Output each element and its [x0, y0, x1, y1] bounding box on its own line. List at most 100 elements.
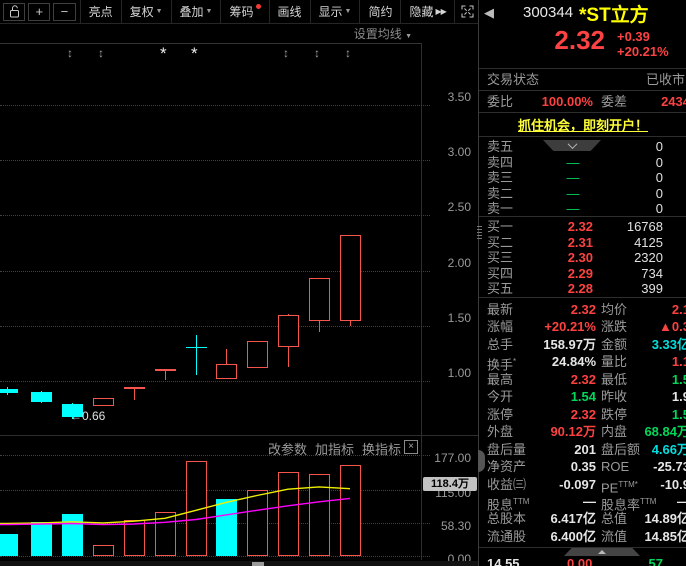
stat-value: 0.35: [570, 459, 596, 475]
low-price-annotation: ←0.66: [70, 409, 106, 423]
price-axis-label: 1.00: [447, 366, 471, 380]
stat-value: —: [583, 493, 596, 509]
bid-row-1[interactable]: 买一 2.32 16768: [479, 219, 686, 235]
stat-value: 1.54: [570, 389, 596, 405]
toolbar-highlights-button[interactable]: 亮点: [79, 0, 122, 23]
price-change: +0.39: [617, 29, 650, 44]
divider: [479, 297, 686, 298]
panel-resize-grip[interactable]: [477, 226, 482, 240]
bid-qty: 16768: [626, 219, 663, 234]
zoom-out-button[interactable]: −: [53, 2, 76, 21]
scrollbar-track[interactable]: [0, 561, 478, 566]
bid-qty: 399: [641, 281, 663, 297]
chevron-down-icon: ▼: [205, 8, 213, 15]
stat-value: -25.73: [653, 459, 686, 475]
tick-time: 14.55: [487, 556, 520, 566]
weicha-value: 2434: [661, 94, 686, 109]
ask-label: 卖三: [487, 170, 514, 186]
close-icon[interactable]: ×: [404, 440, 418, 454]
stats-row: 外盘 90.12万 内盘 68.84万: [479, 423, 686, 440]
toolbar-adjust-button[interactable]: 复权 ▼: [122, 0, 172, 23]
double-arrow-right-icon: ▶▶: [435, 7, 447, 16]
stats-row: 总股本 6.417亿 总值 14.89亿: [479, 510, 686, 527]
stat-value: 6.417亿: [550, 511, 596, 527]
stats-row: 股息TTM—股息率TTM—: [479, 493, 686, 512]
stat-value: 1.1: [671, 354, 686, 370]
stat-value: 158.97万: [543, 336, 596, 352]
ma-settings-button[interactable]: 设置均线 ▼: [0, 25, 412, 42]
bid-label: 买二: [487, 234, 514, 250]
stats-row: 涨停 2.32 跌停 1.5: [479, 406, 686, 423]
ask-row-5[interactable]: 卖五 0: [479, 139, 686, 155]
toolbar-simple-button[interactable]: 简约: [360, 0, 402, 23]
volume-bar: [93, 545, 114, 556]
trade-tick-row: 14.55 0.00 57: [479, 556, 686, 566]
ask-label: 卖四: [487, 154, 514, 170]
price-axis-label: 2.50: [447, 200, 471, 215]
volume-bar: [0, 533, 18, 556]
panel-collapse-handle[interactable]: [478, 450, 485, 472]
bid-row-4[interactable]: 买四 2.29 734: [479, 266, 686, 282]
stat-value: 1.9: [671, 389, 686, 405]
ask-row-1[interactable]: 卖一 — 0: [479, 201, 686, 217]
ask-row-2[interactable]: 卖二 — 0: [479, 186, 686, 202]
stat-value: +20.21%: [544, 319, 596, 335]
price-gridline: [0, 160, 430, 161]
stat-label: 总值: [601, 511, 628, 527]
price-gridline: [0, 381, 430, 382]
candle-wick: [196, 334, 197, 376]
stat-label: 涨幅: [487, 319, 514, 335]
volume-axis-label: 58.30: [440, 518, 471, 533]
fullscreen-icon[interactable]: [458, 4, 478, 20]
ask-label: 卖五: [487, 139, 514, 154]
toolbar-display-button[interactable]: 显示 ▼: [311, 0, 361, 23]
ask-label: 卖二: [487, 185, 514, 201]
ma-lines: [0, 486, 351, 526]
bid-row-5[interactable]: 买五 2.28 399: [479, 281, 686, 297]
candlestick: [31, 392, 52, 402]
ask-qty: 0: [655, 170, 663, 186]
bid-row-3[interactable]: 买三 2.30 2320: [479, 250, 686, 266]
back-arrow-icon[interactable]: ◀: [484, 5, 494, 21]
ask-row-4[interactable]: 卖四 — 0: [479, 155, 686, 171]
open-account-link[interactable]: 抓住机会，即刻开户！: [479, 115, 686, 134]
bid-label: 买三: [487, 250, 514, 266]
stat-value: -0.097: [559, 476, 596, 492]
last-price: 2.32: [554, 25, 605, 55]
divider: [479, 112, 686, 113]
candlestick: [186, 346, 207, 349]
stat-value: 24.84%: [551, 354, 596, 370]
candlestick: [340, 235, 361, 322]
toolbar-overlay-button[interactable]: 叠加 ▼: [172, 0, 222, 23]
ask-row-3[interactable]: 卖三 — 0: [479, 170, 686, 186]
latest-volume-badge: 118.4万: [423, 477, 477, 491]
toolbar-hide-button[interactable]: 隐藏 ▶▶: [401, 0, 455, 23]
volume-bar: [278, 472, 299, 556]
zoom-in-button[interactable]: +: [28, 2, 51, 21]
volume-bar: [186, 461, 207, 556]
stats-row: 最高 2.32 最低 1.5: [479, 371, 686, 388]
scrollbar-thumb[interactable]: [252, 562, 264, 566]
updown-arrows-icon: ↕: [98, 46, 104, 60]
divider: [479, 68, 686, 69]
collapse-panel-tab[interactable]: [564, 548, 640, 556]
volume-bar: [216, 498, 237, 556]
stat-value: 14.85亿: [644, 528, 686, 544]
bid-row-2[interactable]: 买二 2.31 4125: [479, 235, 686, 251]
toolbar-drawline-button[interactable]: 画线: [270, 0, 311, 23]
price-gridline: [0, 104, 430, 106]
quote-panel: ◀ 300344 *ST立方 2.32 +0.39 +20.21% 交易状态 已…: [478, 0, 686, 566]
stat-label: 金额: [601, 336, 628, 352]
lock-icon[interactable]: [3, 2, 26, 21]
ask-qty: 0: [655, 139, 663, 154]
stats-row: 净资产0.35ROE-25.73: [479, 458, 686, 475]
toolbar-chips-button[interactable]: 筹码: [221, 0, 270, 23]
stat-label: ROE: [601, 459, 630, 475]
divider: [479, 136, 686, 137]
orderbook-collapse-tab[interactable]: [543, 140, 601, 151]
stat-label: 量比: [601, 354, 628, 370]
stat-label: 涨停: [487, 406, 514, 422]
pane-divider: [0, 435, 478, 436]
price-axis-label: 3.00: [447, 145, 471, 159]
bid-qty: 2320: [634, 250, 663, 266]
